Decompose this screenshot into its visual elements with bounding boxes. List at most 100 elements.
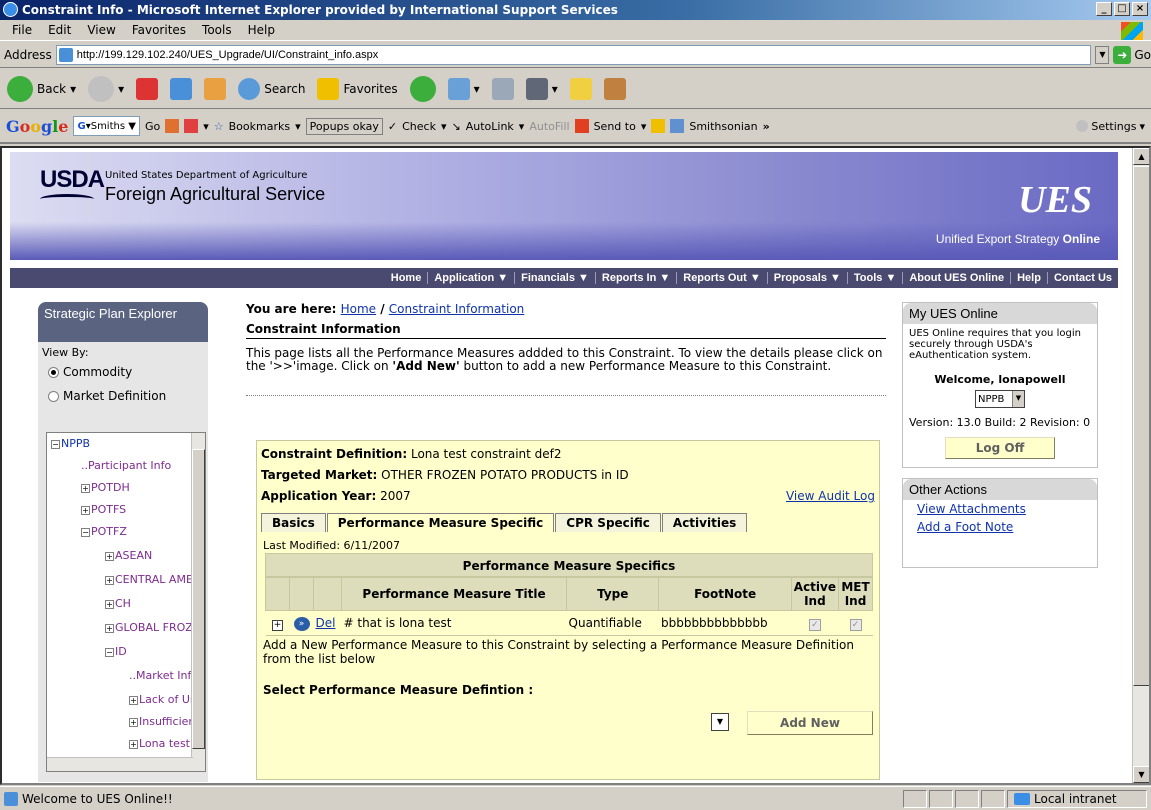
menu-file[interactable]: File — [6, 23, 38, 37]
address-input[interactable]: http://199.129.102.240/UES_Upgrade/UI/Co… — [55, 44, 1092, 65]
maximize-button[interactable]: □ — [1114, 2, 1130, 16]
tree-node[interactable]: + CENTRAL AME — [105, 573, 193, 586]
nav-help[interactable]: Help — [1010, 272, 1047, 284]
search-button[interactable]: Search — [235, 76, 308, 102]
tab-cpr[interactable]: CPR Specific — [555, 513, 661, 532]
tree-node[interactable]: − ID — [105, 645, 127, 658]
tab-performance-measure[interactable]: Performance Measure Specific — [326, 513, 555, 532]
check-button[interactable]: Check — [402, 120, 436, 133]
tree-hscrollbar[interactable] — [47, 757, 193, 771]
bookmarks-button[interactable]: Bookmarks — [229, 120, 290, 133]
favorites-button[interactable]: Favorites — [314, 76, 400, 102]
nav-reports-in[interactable]: Reports In ▼ — [594, 272, 676, 284]
google-go-button[interactable]: Go — [145, 120, 160, 133]
scroll-up-button[interactable]: ▲ — [1133, 148, 1149, 165]
view-audit-log-link[interactable]: View Audit Log — [786, 489, 875, 503]
autolink-button[interactable]: AutoLink — [466, 120, 514, 133]
menu-tools[interactable]: Tools — [196, 23, 238, 37]
nav-home[interactable]: Home — [385, 272, 428, 284]
nav-proposals[interactable]: Proposals ▼ — [766, 272, 847, 284]
edit-button[interactable]: ▾ — [523, 76, 561, 102]
page-description: This page lists all the Performance Meas… — [246, 346, 883, 373]
viewby-label: View By: — [42, 346, 89, 359]
more-chevron-icon[interactable]: » — [763, 120, 770, 133]
nav-tools[interactable]: Tools ▼ — [846, 272, 902, 284]
tree-node[interactable]: + Lona test c — [129, 737, 200, 750]
tree-node[interactable]: + POTDH — [81, 481, 130, 494]
tree-node[interactable]: + POTFS — [81, 503, 126, 516]
sendto-button[interactable]: Send to — [594, 120, 636, 133]
nav-financials[interactable]: Financials ▼ — [514, 272, 595, 284]
nav-reports-out[interactable]: Reports Out ▼ — [676, 272, 767, 284]
stop-button[interactable] — [133, 76, 161, 102]
pm-definition-select[interactable]: ▼ — [711, 713, 729, 731]
media-button[interactable] — [407, 74, 439, 104]
google-news-icon[interactable] — [184, 119, 199, 133]
delete-link[interactable]: Del — [316, 616, 336, 630]
forward-button[interactable]: ▾ — [85, 74, 127, 104]
radio-commodity[interactable]: Commodity — [48, 365, 204, 379]
tree-node[interactable]: ..Participant Info — [81, 459, 171, 472]
log-off-button[interactable]: Log Off — [945, 437, 1055, 459]
expand-icon[interactable]: + — [272, 619, 283, 631]
tab-activities[interactable]: Activities — [661, 513, 748, 532]
add-instructions: Add a New Performance Measure to this Co… — [263, 638, 854, 666]
research-button[interactable] — [601, 76, 629, 102]
home-button[interactable] — [201, 76, 229, 102]
pagerank-icon[interactable] — [165, 119, 180, 133]
tree-node[interactable]: + Lack of Un — [129, 693, 197, 706]
nav-about[interactable]: About UES Online — [902, 272, 1010, 284]
zone-label: Local intranet — [1034, 792, 1117, 806]
tree-node[interactable]: + CH — [105, 597, 131, 610]
nav-application[interactable]: Application ▼ — [427, 272, 514, 284]
crumb-home-link[interactable]: Home — [341, 302, 376, 316]
discuss-button[interactable] — [567, 76, 595, 102]
org-select[interactable]: NPPB ▼ — [975, 390, 1025, 408]
google-search-input[interactable]: G ▾ Smiths ▼ — [73, 116, 140, 136]
nav-contact[interactable]: Contact Us — [1046, 272, 1118, 284]
tree-node[interactable]: ..Market Inf — [129, 669, 191, 682]
application-year: Application Year: 2007 — [261, 489, 411, 503]
scroll-thumb[interactable] — [1133, 166, 1149, 686]
settings-button[interactable]: Settings ▾ — [1076, 120, 1145, 133]
tree-scrollbar[interactable] — [191, 433, 205, 771]
forward-arrow-icon — [88, 75, 115, 102]
pm-type-cell: Quantifiable — [566, 610, 659, 636]
view-details-icon[interactable]: » — [293, 617, 310, 631]
tree-node[interactable]: + ASEAN — [105, 549, 152, 562]
add-foot-note-link[interactable]: Add a Foot Note — [903, 518, 1097, 536]
autofill-button[interactable]: AutoFill — [529, 120, 569, 133]
mail-icon — [447, 77, 470, 100]
minimize-button[interactable]: _ — [1096, 2, 1112, 16]
menu-view[interactable]: View — [81, 23, 121, 37]
menu-favorites[interactable]: Favorites — [126, 23, 192, 37]
tree-node[interactable]: + GLOBAL FROZ — [105, 621, 193, 634]
refresh-button[interactable] — [167, 76, 195, 102]
popups-button[interactable]: Popups okay — [305, 117, 383, 135]
menu-edit[interactable]: Edit — [42, 23, 77, 37]
print-icon — [491, 77, 514, 100]
add-new-button[interactable]: Add New — [747, 711, 873, 735]
tab-basics[interactable]: Basics — [261, 513, 326, 532]
go-button[interactable]: ➜ Go — [1113, 45, 1151, 64]
address-dropdown[interactable]: ▼ — [1095, 45, 1110, 64]
radio-market-definition[interactable]: Market Definition — [48, 389, 204, 403]
menu-help[interactable]: Help — [242, 23, 281, 37]
view-attachments-link[interactable]: View Attachments — [903, 500, 1097, 518]
smithsonian-button[interactable]: Smithsonian — [689, 120, 757, 133]
highlight-icon[interactable] — [651, 119, 666, 133]
page-scrollbar[interactable]: ▲ ▼ — [1132, 148, 1149, 783]
mail-button[interactable]: ▾ — [445, 76, 483, 102]
usda-logo: USDA — [40, 166, 105, 197]
scroll-down-button[interactable]: ▼ — [1133, 766, 1149, 783]
crumb-separator: / — [376, 302, 389, 316]
tree-node[interactable]: − NPPB — [51, 437, 90, 450]
print-button[interactable] — [489, 76, 517, 102]
media-icon — [409, 75, 436, 102]
tree-node[interactable]: + Insufficien — [129, 715, 195, 728]
crumb-page-link[interactable]: Constraint Information — [389, 302, 525, 316]
back-button[interactable]: Back ▾ — [4, 74, 79, 104]
close-button[interactable]: × — [1132, 2, 1148, 16]
right-panel: My UES Online UES Online requires that y… — [902, 302, 1098, 568]
tree-node[interactable]: − POTFZ — [81, 525, 127, 538]
